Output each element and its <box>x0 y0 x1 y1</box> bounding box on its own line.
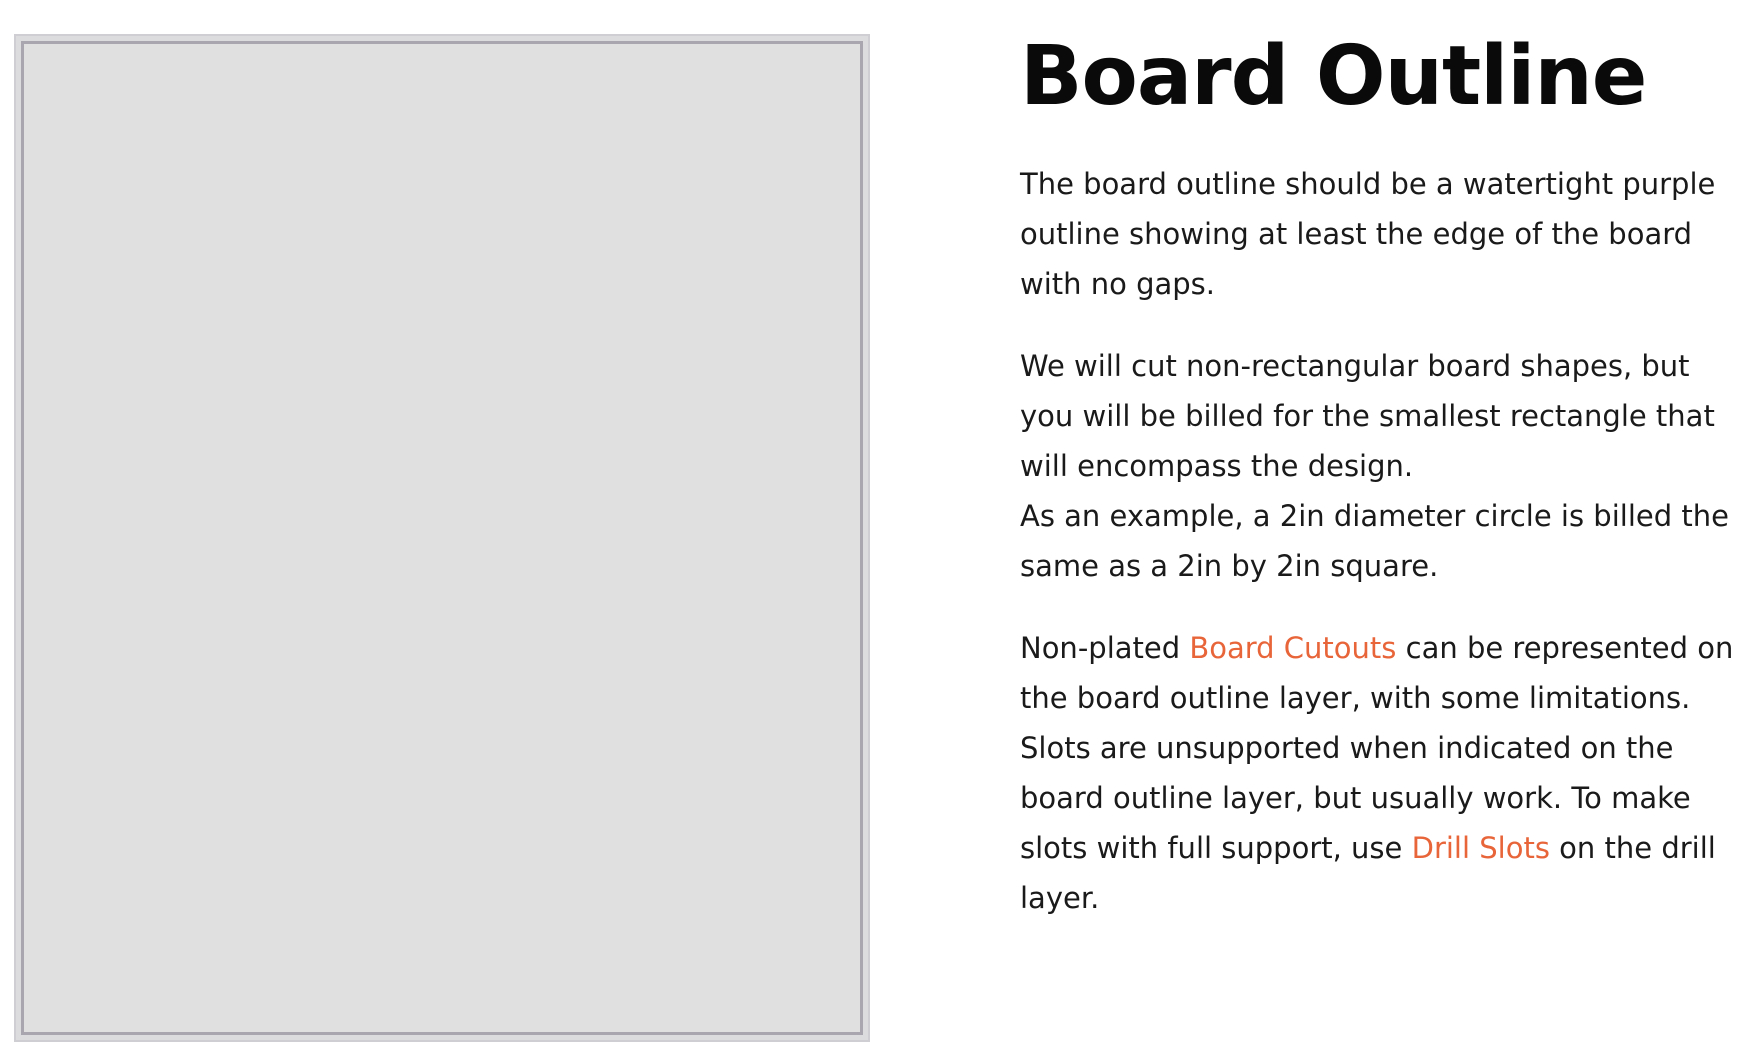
drill-slots-link[interactable]: Drill Slots <box>1412 831 1550 865</box>
paragraph-billing: We will cut non-rectangular board shapes… <box>1020 341 1750 591</box>
board-cutouts-link[interactable]: Board Cutouts <box>1189 631 1396 665</box>
paragraph-text: We will cut non-rectangular board shapes… <box>1020 348 1715 483</box>
page-title: Board Outline <box>1020 29 1647 124</box>
content-panel: Board Outline The board outline should b… <box>1020 24 1750 955</box>
paragraph-text: The board outline should be a watertight… <box>1020 166 1716 301</box>
board-outline-shape <box>21 41 863 1035</box>
board-preview-image <box>14 34 870 1042</box>
paragraph-watertight: The board outline should be a watertight… <box>1020 159 1750 309</box>
paragraph-text: Non-plated <box>1020 630 1190 665</box>
paragraph-cutouts: Non-plated Board Cutouts can be represen… <box>1020 623 1750 923</box>
paragraph-text: can be represented on the board outline … <box>1020 630 1734 865</box>
paragraph-text: As an example, a 2in diameter circle is … <box>1020 498 1729 583</box>
page: Board Outline The board outline should b… <box>0 0 1760 1044</box>
